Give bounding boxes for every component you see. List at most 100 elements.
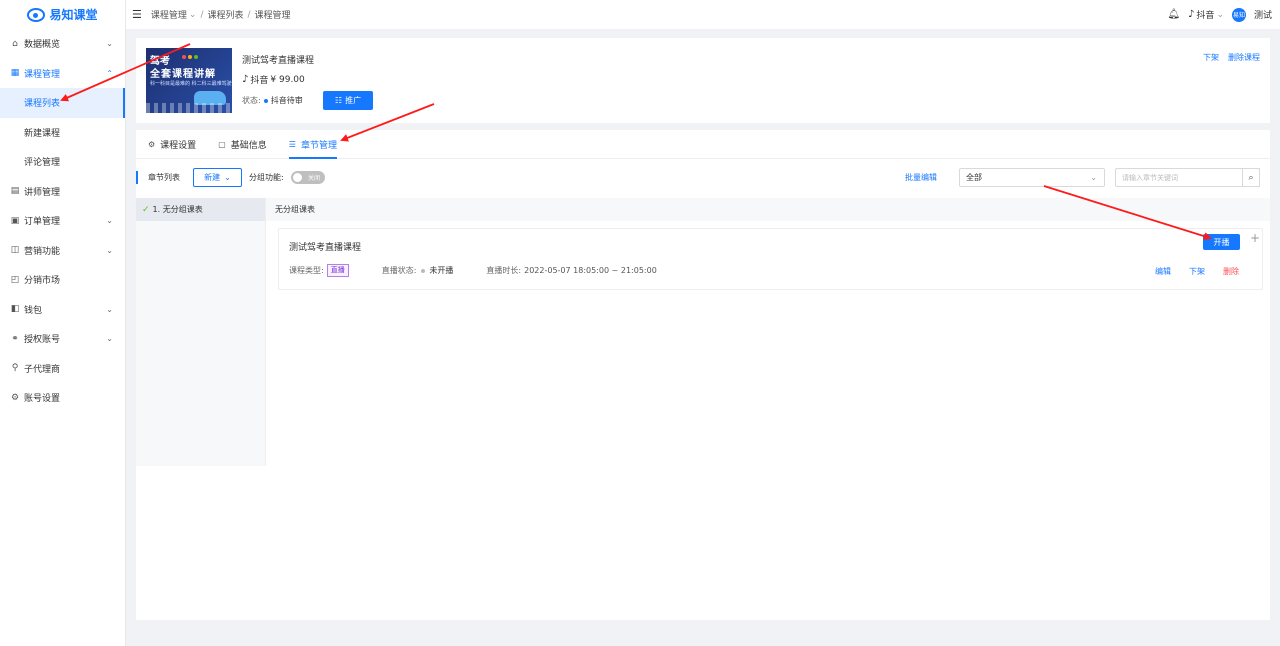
group-feature-label: 分组功能: [249, 173, 284, 182]
chevron-down-icon: ⌄ [1090, 173, 1097, 182]
status-badge: 抖音待审 [270, 96, 303, 105]
lesson-actions: 编辑 下架 删除 [1155, 266, 1239, 277]
cover-stripes [146, 103, 232, 113]
chapter-list-label: 章节列表 [136, 171, 180, 184]
tab-basic-info[interactable]: ▢ 基础信息 [218, 130, 267, 159]
unpublish-course-link[interactable]: 下架 [1203, 52, 1219, 63]
toggle-label: 关闭 [307, 175, 320, 182]
chapter-filter-select[interactable]: 全部 ⌄ [959, 168, 1105, 187]
sidebar-subitem-1-1[interactable]: 新建课程 [0, 118, 125, 148]
sidebar-subitem-1-0[interactable]: 课程列表 [0, 88, 125, 118]
gear-icon: ⚙ [148, 139, 156, 149]
chevron-down-icon: ⌄ [1216, 9, 1224, 20]
douyin-icon: ♪ [1188, 9, 1195, 20]
logo-icon [27, 7, 46, 22]
live-state-label: 直播状态: [381, 266, 417, 275]
sidebar-item-9[interactable]: ⚙ 账号设置 [0, 383, 125, 413]
group-item-ungrouped[interactable]: ✓ 1. 无分组课表 [136, 198, 265, 221]
delete-course-link[interactable]: 删除课程 [1228, 52, 1260, 63]
platform-label: 抖音 [1196, 11, 1215, 21]
promote-button[interactable]: ☷ 推广 [323, 91, 373, 110]
chevron-down-icon: ⌄ [106, 304, 113, 314]
sidebar-item-8[interactable]: ⚲ 子代理商 [0, 354, 125, 384]
breadcrumb-current: 课程管理 [254, 11, 291, 21]
edit-lesson-link[interactable]: 编辑 [1155, 266, 1171, 277]
grid-icon: ▦ [10, 68, 20, 79]
offline-lesson-link[interactable]: 下架 [1189, 266, 1205, 277]
chapter-toolbar: 章节列表 新建 ⌄ 分组功能: 关闭 批量编辑 全部 ⌄ ⌕ [136, 166, 1270, 191]
status-dot [263, 98, 268, 103]
order-icon: ▣ [10, 215, 20, 226]
start-live-button[interactable]: 开播 [1203, 234, 1240, 250]
sidebar-item-label: 子代理商 [24, 364, 61, 375]
course-actions: 下架 删除课程 [1203, 52, 1260, 63]
avatar[interactable]: 易知 [1231, 7, 1246, 22]
sidebar-item-4[interactable]: ◫ 营销功能 ⌄ [0, 236, 125, 266]
new-label: 新建 [204, 173, 221, 182]
chevron-down-icon: ⌄ [106, 245, 113, 255]
sidebar-subitem-1-2[interactable]: 评论管理 [0, 147, 125, 177]
search-icon[interactable]: ⌕ [1242, 168, 1260, 187]
info-icon: ▢ [218, 139, 226, 149]
sidebar-item-2[interactable]: ▤ 讲师管理 [0, 177, 125, 207]
sidebar-item-3[interactable]: ▣ 订单管理 ⌄ [0, 206, 125, 236]
group-header: 无分组课表 [266, 198, 1270, 221]
duration-label: 直播时长: [486, 266, 522, 275]
course-price-row: ♪ 抖音 ¥ 99.00 [242, 73, 305, 86]
settings-icon: ⚙ [10, 392, 20, 403]
cover-subtitle: 科一科目是最难的 科二科三最难驾驶 [150, 81, 232, 87]
chevron-down-icon: ⌄ [106, 39, 113, 49]
list-icon: ☰ [288, 139, 296, 149]
group-feature-toggle[interactable]: 关闭 [291, 171, 325, 184]
menu-collapse-icon[interactable]: ☰ [132, 8, 142, 21]
sidebar-item-1[interactable]: ▦ 课程管理 ⌃ [0, 59, 125, 89]
breadcrumb-course-list[interactable]: 课程列表 [207, 8, 243, 21]
type-label: 课程类型: [289, 266, 324, 275]
new-chapter-button[interactable]: 新建 ⌄ [193, 168, 242, 187]
sidebar-menu: ⌂ 数据概览 ⌄ ▦ 课程管理 ⌃ 课程列表 新建课程 评论管理 ▤ 讲师管理 ▣ 订单管理 ⌄ ◫ 营销功能… [0, 29, 125, 413]
status-label: 状态: [242, 96, 261, 105]
user-name[interactable]: 测试 [1254, 8, 1272, 21]
sidebar-item-label: 钱包 [24, 305, 43, 316]
chapter-search-input[interactable] [1115, 168, 1243, 187]
tab-course-settings[interactable]: ⚙ 课程设置 [148, 130, 196, 159]
course-tabs: ⚙ 课程设置 ▢ 基础信息 ☰ 章节管理 [136, 130, 1270, 159]
breadcrumb-course-mgmt[interactable]: 课程管理 [151, 8, 187, 21]
batch-edit-link[interactable]: 批量编辑 [905, 172, 937, 183]
sidebar-item-label: 营销功能 [24, 246, 61, 257]
app-logo[interactable]: 易知课堂 [0, 0, 125, 29]
chevron-up-icon: ⌃ [106, 68, 113, 78]
tab-label: 章节管理 [300, 140, 337, 151]
course-title: 测试驾考直播课程 [242, 56, 315, 66]
logo-text: 易知课堂 [49, 8, 98, 22]
sidebar-item-label: 分销市场 [24, 276, 61, 287]
sidebar-item-0[interactable]: ⌂ 数据概览 ⌄ [0, 29, 125, 59]
delete-lesson-link[interactable]: 删除 [1223, 266, 1239, 277]
tab-label: 基础信息 [230, 140, 267, 151]
cover-dots [182, 55, 198, 59]
tab-chapter-management[interactable]: ☰ 章节管理 [288, 130, 338, 159]
breadcrumb-separator: / [200, 9, 204, 20]
sidebar-item-6[interactable]: ◧ 钱包 ⌄ [0, 295, 125, 325]
chapter-management-panel: ⚙ 课程设置 ▢ 基础信息 ☰ 章节管理 章节列表 新建 ⌄ 分组功能: 关闭 … [136, 130, 1270, 620]
sidebar-item-5[interactable]: ◰ 分销市场 [0, 265, 125, 295]
cover-title-line2: 全套课程讲解 [150, 69, 216, 80]
sidebar-item-7[interactable]: ⚭ 授权账号 ⌄ [0, 324, 125, 354]
home-icon: ⌂ [12, 38, 18, 49]
course-cover-image: 驾考 全套课程讲解 科一科目是最难的 科二科三最难驾驶 [146, 48, 232, 113]
sidebar-item-label: 授权账号 [24, 335, 61, 346]
bell-icon[interactable]: 🔔︎ [1167, 9, 1180, 20]
link-icon: ⚭ [11, 333, 19, 344]
group-list: ✓ 1. 无分组课表 [136, 198, 266, 466]
sidebar-item-label: 订单管理 [24, 217, 61, 228]
chevron-down-icon: ⌄ [106, 216, 113, 226]
douyin-icon: ♪ [242, 74, 249, 85]
promote-icon: ☷ [334, 96, 343, 105]
check-icon: ✓ [142, 204, 150, 215]
platform-switch[interactable]: ♪ 抖音 ⌄ [1188, 8, 1224, 21]
chevron-down-icon[interactable]: ⌄ [189, 10, 197, 20]
plus-icon[interactable]: + [1250, 231, 1260, 245]
group-item-label: 1. 无分组课表 [152, 205, 203, 214]
sidebar-item-label: 课程管理 [24, 69, 61, 80]
teacher-icon: ▤ [10, 186, 20, 197]
